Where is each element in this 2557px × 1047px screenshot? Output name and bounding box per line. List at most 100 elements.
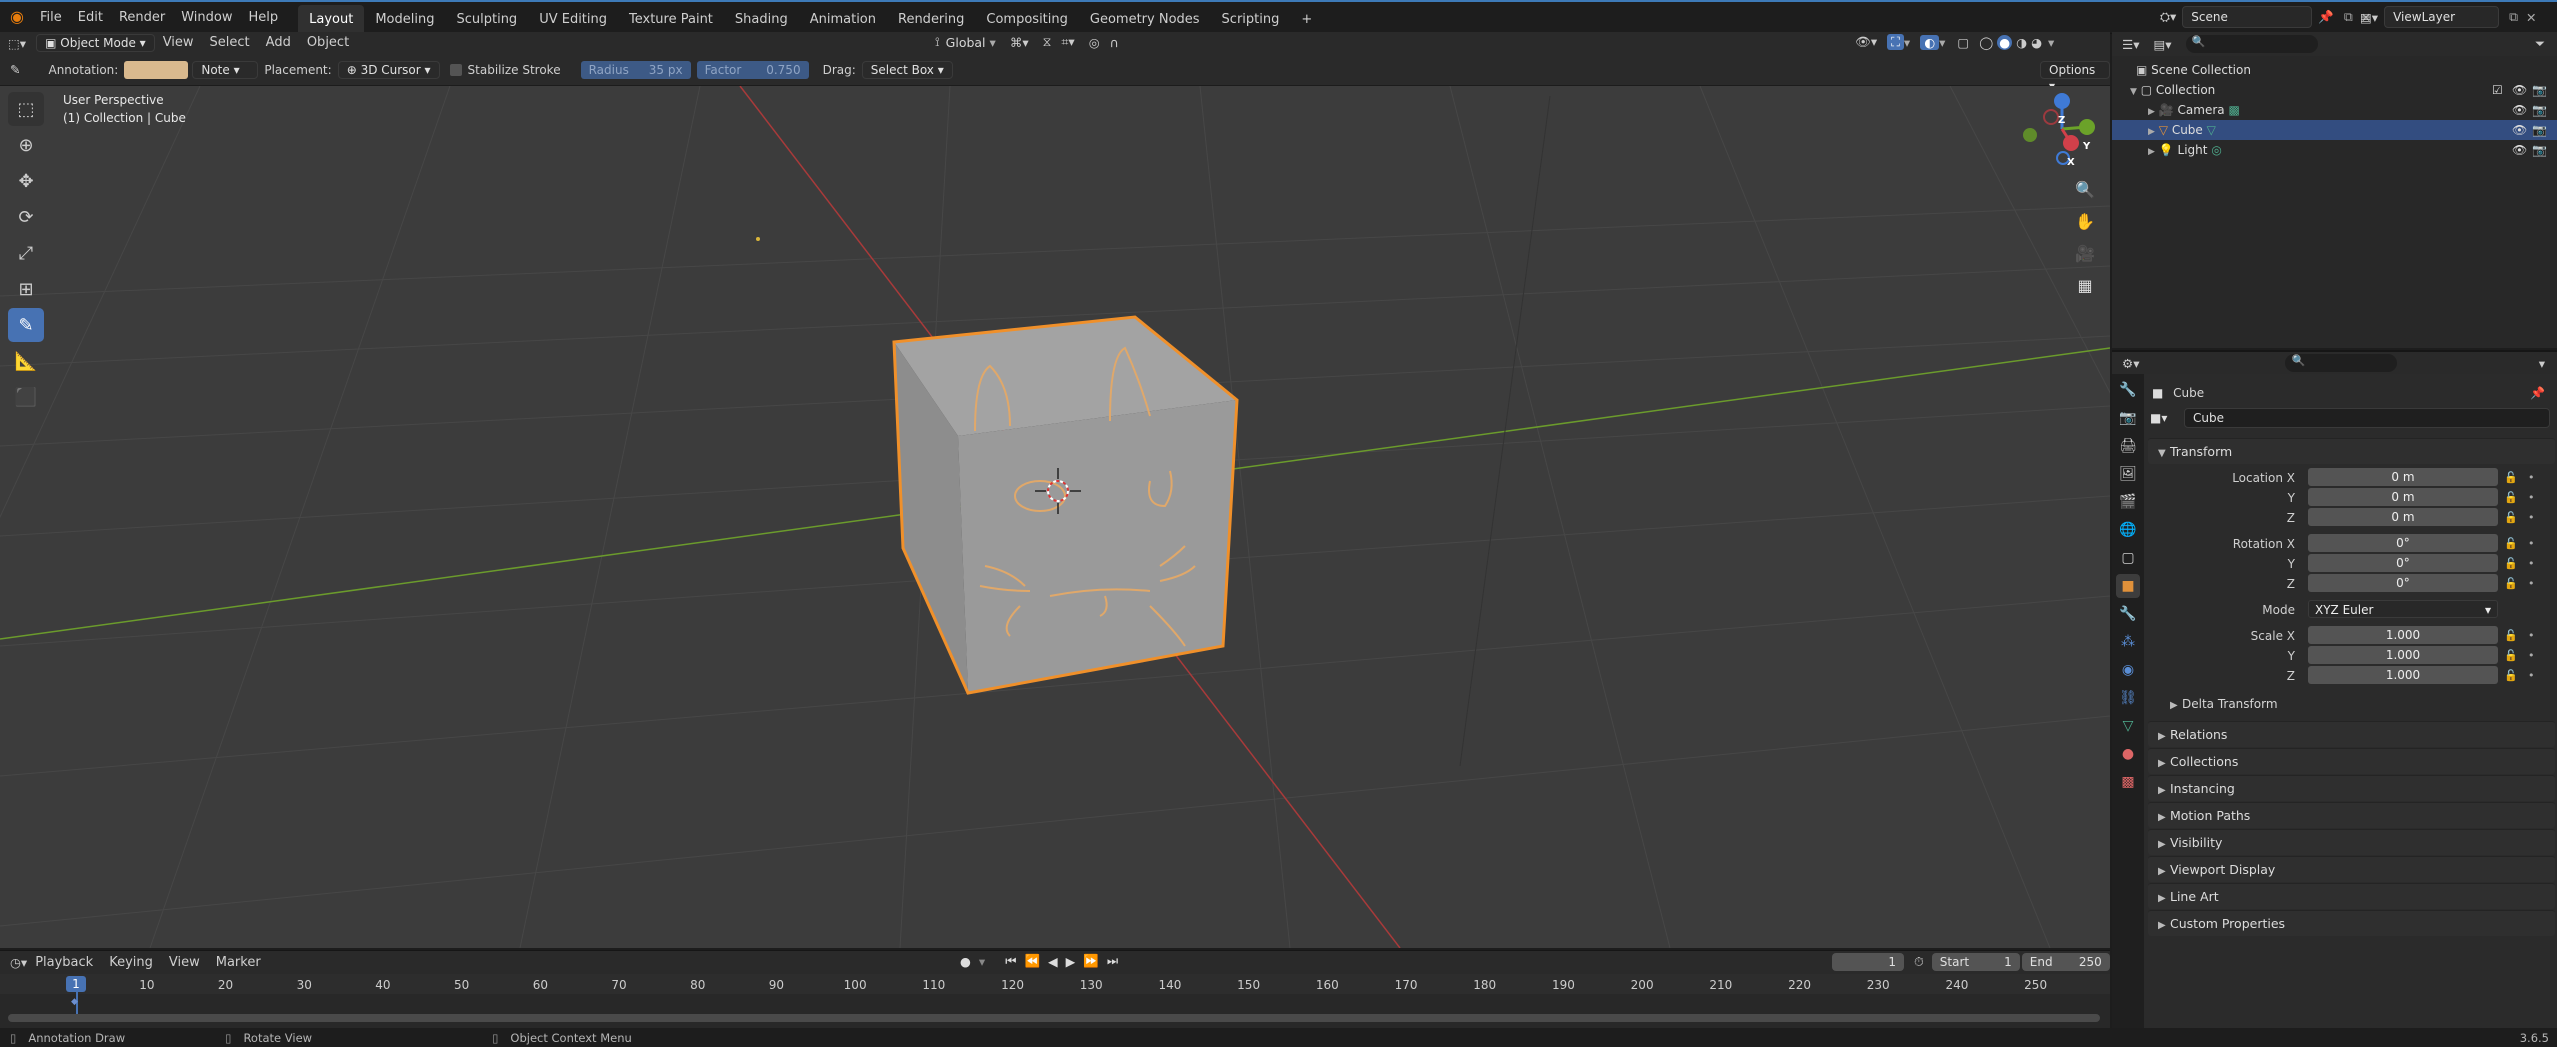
tab-layout[interactable]: Layout <box>298 5 365 33</box>
tab-compositing[interactable]: Compositing <box>975 5 1079 33</box>
options-dropdown[interactable]: Options ▾ <box>2040 60 2110 93</box>
next-keyframe-icon[interactable]: ⏩ <box>1083 953 1099 969</box>
editor-type-icon[interactable]: ⬚▾ <box>8 36 26 51</box>
delta-transform-subpanel[interactable]: ▶ Delta Transform <box>2144 694 2557 714</box>
menu-edit[interactable]: Edit <box>70 0 111 34</box>
tab-geometry-nodes[interactable]: Geometry Nodes <box>1079 5 1211 33</box>
material-tab-icon[interactable]: ● <box>2116 742 2140 766</box>
expand-icon[interactable]: ▶ <box>2148 107 2155 117</box>
rotation-x-field[interactable]: 0° <box>2308 534 2498 552</box>
lock-icon[interactable]: 🔓 <box>2504 508 2518 528</box>
tab-sculpting[interactable]: Sculpting <box>445 5 528 33</box>
add-cube-icon[interactable]: ⬛ <box>8 380 44 414</box>
outliner-item-light[interactable]: ▶ 💡 Light ◎ 👁 📷 <box>2112 140 2557 160</box>
keyframe-dot-icon[interactable]: • <box>2528 626 2535 646</box>
lock-icon[interactable]: 🔓 <box>2504 646 2518 666</box>
perspective-toggle-icon[interactable]: ▦ <box>2070 270 2100 300</box>
timeline-scrollbar[interactable] <box>8 1014 2100 1022</box>
jump-end-icon[interactable]: ⏭ <box>1107 953 1118 969</box>
menu-file[interactable]: File <box>32 0 70 34</box>
select-box-icon[interactable]: ⬚ <box>8 92 44 126</box>
orientation-dropdown[interactable]: Global <box>946 35 986 50</box>
material-shading-icon[interactable]: ◑ <box>2016 35 2027 50</box>
timeline-editor-icon[interactable]: ◷▾ <box>10 955 27 970</box>
tab-texture-paint[interactable]: Texture Paint <box>618 5 724 33</box>
tab-shading[interactable]: Shading <box>724 5 799 33</box>
location-x-field[interactable]: 0 m <box>2308 468 2498 486</box>
visibility-panel-header[interactable]: ▶ Visibility <box>2148 829 2555 855</box>
render-tab-icon[interactable]: 📷 <box>2116 406 2140 430</box>
mode-dropdown[interactable]: ▣ Object Mode ▾ <box>36 34 155 52</box>
scene-collection-row[interactable]: ▣ Scene Collection <box>2112 60 2557 80</box>
rendered-shading-icon[interactable]: ◕ <box>2031 35 2042 50</box>
location-y-field[interactable]: 0 m <box>2308 488 2498 506</box>
annotation-color-swatch[interactable] <box>124 60 189 79</box>
world-tab-icon[interactable]: 🌐 <box>2116 518 2140 542</box>
placement-dropdown[interactable]: ⊕ 3D Cursor ▾ <box>337 60 440 79</box>
particles-tab-icon[interactable]: ⁂ <box>2116 630 2140 654</box>
rotation-y-field[interactable]: 0° <box>2308 554 2498 572</box>
add-workspace-button[interactable]: + <box>1290 5 1323 33</box>
transform-panel-header[interactable]: ▼ Transform <box>2148 438 2555 464</box>
keyframe-dot-icon[interactable]: • <box>2528 574 2535 594</box>
scene-name-field[interactable]: Scene <box>2182 6 2313 28</box>
xray-icon[interactable]: ▢ <box>1957 35 1969 50</box>
menu-help[interactable]: Help <box>241 0 287 34</box>
menu-add[interactable]: Add <box>258 32 299 54</box>
radius-field[interactable]: Radius 35 px <box>580 60 691 79</box>
hide-eye-icon[interactable]: 👁 <box>2512 80 2527 100</box>
menu-object[interactable]: Object <box>299 32 357 54</box>
pivot-icon[interactable]: ⌘▾ <box>1010 35 1029 50</box>
keyframe-dot-icon[interactable]: • <box>2528 508 2535 528</box>
scene-tab-icon[interactable]: 🎬 <box>2116 490 2140 514</box>
menu-keying[interactable]: Keying <box>101 952 161 974</box>
playhead-frame-label[interactable]: 1 <box>66 976 86 992</box>
record-icon[interactable]: ● <box>960 954 971 969</box>
motion-paths-panel-header[interactable]: ▶ Motion Paths <box>2148 802 2555 828</box>
menu-timeline-view[interactable]: View <box>161 952 208 974</box>
physics-tab-icon[interactable]: ◉ <box>2116 658 2140 682</box>
location-z-field[interactable]: 0 m <box>2308 508 2498 526</box>
wireframe-shading-icon[interactable]: ◯ <box>1979 35 1993 50</box>
scale-y-field[interactable]: 1.000 <box>2308 646 2498 664</box>
measure-icon[interactable]: 📐 <box>8 344 44 378</box>
menu-window[interactable]: Window <box>173 0 240 34</box>
frame-ruler[interactable]: 10 20 30 40 50 60 70 80 90 100 110 120 130 140 150 160 1… <box>0 974 2110 994</box>
output-tab-icon[interactable]: 🖨 <box>2116 434 2140 458</box>
exclude-checkbox-icon[interactable]: ☑ <box>2492 80 2503 100</box>
render-camera-icon[interactable]: 📷 <box>2532 120 2547 140</box>
hide-eye-icon[interactable]: 👁 <box>2512 120 2527 140</box>
keyframe-dot-icon[interactable]: • <box>2528 488 2535 508</box>
lock-icon[interactable]: 🔓 <box>2504 468 2518 488</box>
play-icon[interactable]: ▶ <box>1066 954 1076 969</box>
tab-uv-editing[interactable]: UV Editing <box>528 5 618 33</box>
overlay-toggle-icon[interactable]: ◐ <box>1920 34 1940 50</box>
pin-icon[interactable]: 📌 <box>2318 9 2334 25</box>
hide-eye-icon[interactable]: 👁 <box>2512 100 2527 120</box>
custom-properties-panel-header[interactable]: ▶ Custom Properties <box>2148 910 2555 936</box>
drag-dropdown[interactable]: Select Box ▾ <box>861 60 953 79</box>
keyframe-dot-icon[interactable]: • <box>2528 646 2535 666</box>
snap-target-icon[interactable]: ⌗▾ <box>1061 34 1074 50</box>
rotate-icon[interactable]: ⟳ <box>8 200 44 234</box>
render-camera-icon[interactable]: 📷 <box>2532 80 2547 100</box>
pin-icon[interactable]: 📌 <box>2530 378 2545 408</box>
gizmo-toggle-icon[interactable]: ⛶ <box>1887 34 1904 50</box>
zoom-icon[interactable]: 🔍 <box>2070 174 2100 204</box>
stabilize-checkbox[interactable] <box>449 63 462 76</box>
rotation-z-field[interactable]: 0° <box>2308 574 2498 592</box>
scale-icon[interactable]: ⤢ <box>8 236 44 270</box>
annotate-icon[interactable]: ✎ <box>8 308 44 342</box>
proportional-edit-icon[interactable]: ◎ <box>1089 35 1100 50</box>
outliner-search-input[interactable]: 🔍 <box>2185 35 2318 53</box>
start-frame-field[interactable]: Start 1 <box>1931 953 2020 971</box>
render-camera-icon[interactable]: 📷 <box>2532 100 2547 120</box>
keyframe-dot-icon[interactable]: • <box>2528 468 2535 488</box>
menu-playback[interactable]: Playback <box>27 952 101 974</box>
modifier-tab-icon[interactable]: 🔧 <box>2116 602 2140 626</box>
rotation-mode-dropdown[interactable]: XYZ Euler ▾ <box>2308 600 2498 618</box>
lock-icon[interactable]: 🔓 <box>2504 534 2518 554</box>
expand-icon[interactable]: ▶ <box>2148 127 2155 137</box>
properties-options-icon[interactable]: ▾ <box>2539 356 2545 371</box>
scale-x-field[interactable]: 1.000 <box>2308 626 2498 644</box>
